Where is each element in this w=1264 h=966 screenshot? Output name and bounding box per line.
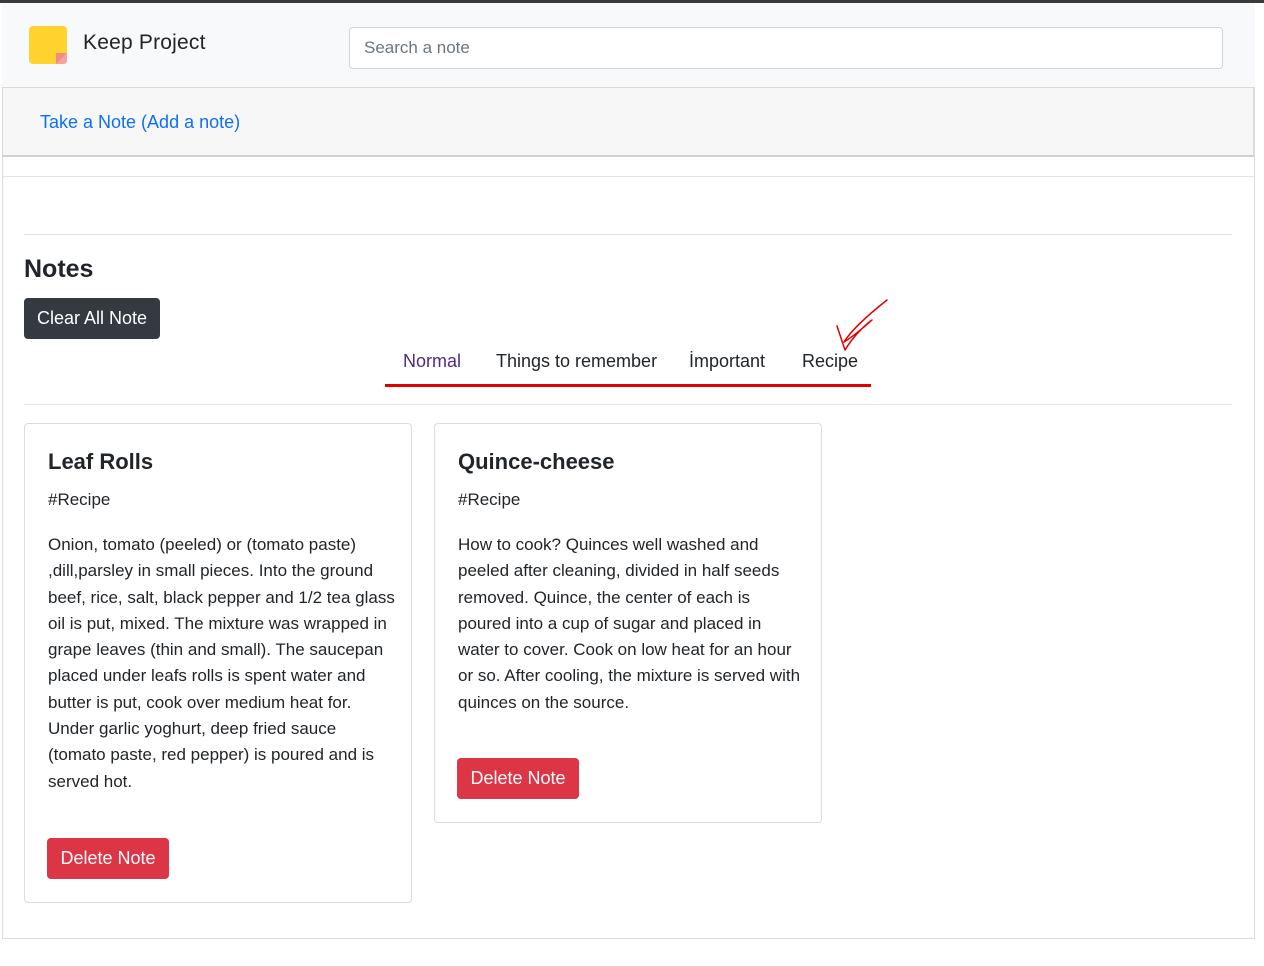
delete-note-button[interactable]: Delete Note <box>47 838 169 879</box>
note-card: Leaf Rolls #Recipe Onion, tomato (peeled… <box>24 423 412 903</box>
note-tag: #Recipe <box>458 490 521 509</box>
take-note-link[interactable]: Take a Note (Add a note) <box>40 112 240 133</box>
notes-heading: Notes <box>24 255 94 283</box>
note-card: Quince-cheese #Recipe How to cook? Quinc… <box>434 423 822 823</box>
note-title: Leaf Rolls <box>48 449 154 474</box>
tab-normal[interactable]: Normal <box>403 351 461 372</box>
note-text: Onion, tomato (peeled) or (tomato paste)… <box>48 535 395 791</box>
tab-things-to-remember[interactable]: Things to remember <box>496 351 657 372</box>
take-note-bar: Take a Note (Add a note) <box>2 87 1254 157</box>
tab-recipe[interactable]: Recipe <box>802 351 858 372</box>
note-title: Quince-cheese <box>458 449 615 474</box>
divider <box>24 404 1232 405</box>
divider <box>2 176 1255 177</box>
brand-title[interactable]: Keep Project <box>83 31 206 55</box>
navbar: Keep Project <box>2 3 1255 87</box>
category-tabs: Normal Things to remember İmportant Reci… <box>385 346 871 387</box>
tab-important[interactable]: İmportant <box>689 351 765 372</box>
sticky-note-icon[interactable] <box>28 25 68 65</box>
delete-note-button[interactable]: Delete Note <box>457 758 579 799</box>
divider <box>24 234 1232 235</box>
search-input[interactable] <box>349 27 1223 69</box>
note-tag: #Recipe <box>48 490 111 509</box>
note-text: How to cook? Quinces well washed and pee… <box>458 535 801 712</box>
clear-all-notes-button[interactable]: Clear All Note <box>24 298 160 339</box>
